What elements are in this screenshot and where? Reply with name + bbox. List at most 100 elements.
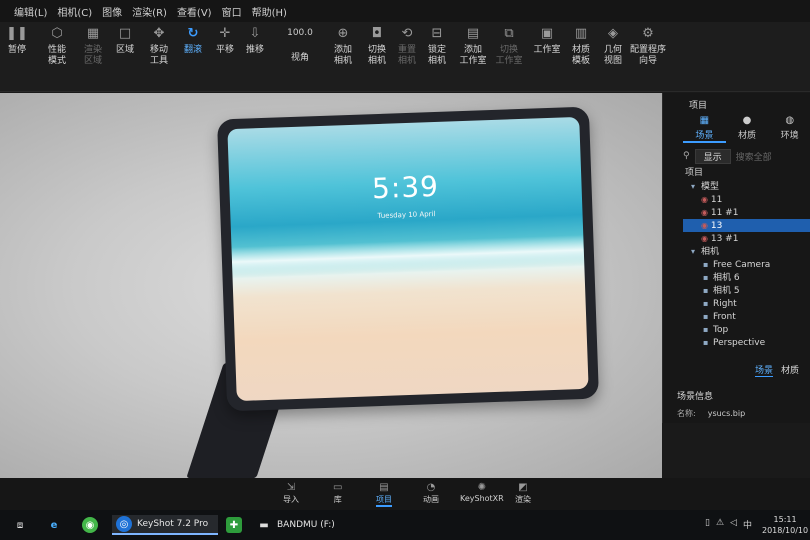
import-icon: ⇲ xyxy=(286,482,296,493)
project-icon: ▤ xyxy=(379,482,389,493)
camera-icon: ▪ xyxy=(703,325,709,334)
tree-item-camera[interactable]: ▪ Perspective xyxy=(683,336,810,349)
tree-item-model[interactable]: ◉ 11 xyxy=(683,193,810,206)
ipad-screen: 5:39 Tuesday 10 April xyxy=(227,116,589,402)
panel-bottom-tabs: 场景 材质 xyxy=(755,363,799,377)
tree-item-camera[interactable]: ▪ Top xyxy=(683,323,810,336)
render-icon: ◩ xyxy=(518,482,528,493)
menu-help[interactable]: 帮助(H) xyxy=(252,4,287,19)
menu-render[interactable]: 渲染(R) xyxy=(132,4,167,19)
app-taskbar-button[interactable]: ✚ xyxy=(226,515,242,535)
render-region-button[interactable]: ▦ 渲染 区域 xyxy=(76,24,110,67)
add-workspace-icon: ▤ xyxy=(466,25,480,41)
tree-item-project[interactable]: 项目 xyxy=(683,167,810,180)
tumble-button[interactable]: ↻ 翻滚 xyxy=(178,24,208,56)
pan-button[interactable]: ✛ 平移 xyxy=(210,24,240,56)
menu-edit[interactable]: 编辑(L) xyxy=(14,4,47,19)
pan-icon: ✛ xyxy=(219,25,231,41)
add-camera-button[interactable]: ⊕ 添加 相机 xyxy=(326,24,360,67)
region-button[interactable]: □ 区域 xyxy=(110,24,140,56)
tree-item-camera[interactable]: ▪ Right xyxy=(683,297,810,310)
tree-item-camera[interactable]: ▪ 相机 6 xyxy=(683,271,810,284)
config-wizard-button[interactable]: ⚙ 配置程序 向导 xyxy=(626,24,670,67)
workspace-icon: ▣ xyxy=(540,25,554,41)
lock-camera-button[interactable]: ⊟ 锁定 相机 xyxy=(422,24,452,67)
browser-taskbar-button[interactable]: ◉ xyxy=(82,515,98,535)
tree-item-cameras[interactable]: ▾ 相机 xyxy=(683,245,810,258)
geometry-view-button[interactable]: ◈ 几何 视图 xyxy=(598,24,628,67)
keyshotxr-button[interactable]: ✺ KeyShotXR xyxy=(460,482,504,503)
camera-group-icon: ▾ xyxy=(691,247,696,256)
region-icon: □ xyxy=(118,25,132,41)
material-template-icon: ▥ xyxy=(574,25,588,41)
material-template-button[interactable]: ▥ 材质 模板 xyxy=(566,24,596,67)
camera-icon: ▪ xyxy=(703,312,709,321)
add-workspace-button[interactable]: ▤ 添加 工作室 xyxy=(456,24,490,67)
tree-item-camera[interactable]: ▪ Free Camera xyxy=(683,258,810,271)
animation-button[interactable]: ◔ 动画 xyxy=(423,482,439,505)
tab-material[interactable]: ● 材质 xyxy=(726,115,769,143)
scene-info: 场景信息 名称: ysucs.bip xyxy=(677,389,745,419)
move-tool-button[interactable]: ✥ 移动 工具 xyxy=(142,24,176,67)
battery-icon[interactable]: ▯ xyxy=(705,518,710,531)
explorer-taskbar-button[interactable]: ▬ BANDMU (F:) xyxy=(256,515,356,535)
import-button[interactable]: ⇲ 导入 xyxy=(283,482,299,505)
ie-taskbar-button[interactable]: e xyxy=(46,515,62,535)
task-view-icon: ⧈ xyxy=(16,519,24,531)
dolly-button[interactable]: ⇩ 推移 xyxy=(240,24,270,56)
volume-icon[interactable]: ◁ xyxy=(730,518,737,531)
main-toolbar: ❚❚ 暂停 ⬡ 性能 模式 ▦ 渲染 区域 □ 区域 ✥ 移动 工具 ↻ 翻滚 … xyxy=(0,22,810,92)
reset-camera-button[interactable]: ⟲ 重置 相机 xyxy=(392,24,422,67)
camera-icon: ▪ xyxy=(703,286,709,295)
switch-workspace-button[interactable]: ⧉ 切换 工作室 xyxy=(492,24,526,67)
config-wizard-icon: ⚙ xyxy=(642,25,654,41)
library-button[interactable]: ▭ 库 xyxy=(333,482,342,505)
filter-icon[interactable]: ⚲ xyxy=(683,151,690,161)
render-viewport[interactable]: 5:39 Tuesday 10 April xyxy=(0,93,662,478)
menu-window[interactable]: 窗口 xyxy=(222,4,242,19)
fov-value[interactable]: 100.0 xyxy=(287,24,313,42)
tab-scene[interactable]: ▦ 场景 xyxy=(683,115,726,143)
drive-icon: ▬ xyxy=(259,519,269,531)
performance-icon: ⬡ xyxy=(51,25,63,41)
menu-camera[interactable]: 相机(C) xyxy=(57,4,92,19)
field-of-view-control[interactable]: 100.0 视角 xyxy=(280,24,320,64)
camera-icon: ▪ xyxy=(703,273,709,282)
ime-indicator[interactable]: 中 xyxy=(743,518,752,531)
tree-item-camera[interactable]: ▪ 相机 5 xyxy=(683,284,810,297)
tree-filter-row: ⚲ 显示 搜索全部 xyxy=(683,148,810,164)
environment-icon: ◍ xyxy=(785,115,795,126)
system-clock[interactable]: 15:11 2018/10/10 xyxy=(762,514,808,536)
switch-camera-button[interactable]: ◘ 切换 相机 xyxy=(360,24,394,67)
bottom-tab-material[interactable]: 材质 xyxy=(781,363,799,377)
camera-icon: ▪ xyxy=(703,260,709,269)
ipad-model[interactable]: 5:39 Tuesday 10 April xyxy=(217,106,599,412)
camera-icon: ▪ xyxy=(703,338,709,347)
keyshot-taskbar-button[interactable]: ◎ KeyShot 7.2 Pro xyxy=(112,515,218,535)
green-app-icon: ◉ xyxy=(82,517,98,533)
project-button[interactable]: ▤ 项目 xyxy=(376,482,392,507)
tree-item-model-selected[interactable]: ◉ 13 xyxy=(683,219,810,232)
workspace-button[interactable]: ▣ 工作室 xyxy=(530,24,564,56)
render-button[interactable]: ◩ 渲染 xyxy=(515,482,531,505)
search-input[interactable]: 搜索全部 xyxy=(736,150,810,163)
tab-environment[interactable]: ◍ 环境 xyxy=(768,115,810,143)
tree-item-model[interactable]: ◉ 11 #1 xyxy=(683,206,810,219)
pause-icon: ❚❚ xyxy=(6,25,28,41)
tree-item-model[interactable]: ◉ 13 #1 xyxy=(683,232,810,245)
task-view-button[interactable]: ⧈ xyxy=(12,515,28,535)
tree-item-models[interactable]: ▾ 模型 xyxy=(683,180,810,193)
move-tool-icon: ✥ xyxy=(153,25,165,41)
menu-image[interactable]: 图像 xyxy=(102,4,122,19)
show-dropdown[interactable]: 显示 xyxy=(694,148,731,164)
scene-name-row: 名称: ysucs.bip xyxy=(677,409,746,418)
performance-mode-button[interactable]: ⬡ 性能 模式 xyxy=(40,24,74,67)
windows-taskbar: ⧈ e ◉ ◎ KeyShot 7.2 Pro ✚ ▬ BANDMU (F:) … xyxy=(0,510,810,540)
switch-workspace-icon: ⧉ xyxy=(504,25,514,41)
scene-name-value[interactable]: ysucs.bip xyxy=(708,409,745,418)
menu-view[interactable]: 查看(V) xyxy=(177,4,212,19)
tree-item-camera[interactable]: ▪ Front xyxy=(683,310,810,323)
notification-icon[interactable]: ⚠ xyxy=(716,518,724,531)
bottom-tab-scene[interactable]: 场景 xyxy=(755,363,774,377)
pause-button[interactable]: ❚❚ 暂停 xyxy=(0,24,34,56)
